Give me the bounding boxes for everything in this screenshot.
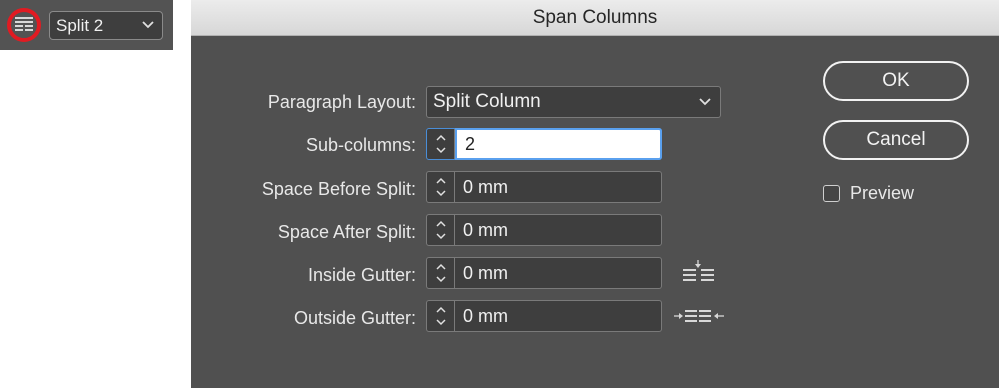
paragraph-layout-value: Split Column: [433, 91, 541, 112]
paragraph-layout-label: Paragraph Layout:: [267, 92, 416, 112]
outside-gutter-field[interactable]: 0 mm: [455, 301, 661, 331]
stepper-arrows[interactable]: [427, 215, 455, 245]
sub-columns-label: Sub-columns:: [305, 135, 416, 155]
space-after-split-stepper[interactable]: 0 mm: [426, 214, 662, 246]
stepper-arrows[interactable]: [427, 129, 455, 159]
stepper-arrows[interactable]: [427, 172, 455, 202]
preview-label: Preview: [850, 183, 915, 203]
stepper-up-down-icon: [435, 220, 446, 240]
span-columns-icon: [15, 17, 33, 31]
control-panel-snippet: Split 2: [0, 0, 173, 50]
space-after-split-label: Space After Split:: [277, 222, 416, 242]
stepper-up-down-icon: [435, 177, 446, 197]
chevron-down-icon: [699, 98, 711, 106]
outside-gutter-icon: [674, 310, 724, 322]
preview-option[interactable]: Preview: [823, 183, 914, 204]
stepper-up-down-icon: [435, 134, 446, 154]
cancel-button[interactable]: Cancel: [823, 120, 969, 160]
inside-gutter-icon: [683, 260, 714, 281]
span-columns-button[interactable]: [7, 8, 41, 42]
chevron-down-icon: [142, 21, 154, 29]
span-columns-dialog: Span Columns Paragraph Layout: Split Col…: [191, 0, 999, 388]
stepper-up-down-icon: [435, 306, 446, 326]
stepper-up-down-icon: [435, 263, 446, 283]
space-before-split-field[interactable]: 0 mm: [455, 172, 661, 202]
outside-gutter-label: Outside Gutter:: [293, 308, 416, 328]
span-columns-select[interactable]: Split 2: [49, 11, 163, 40]
outside-gutter-stepper[interactable]: 0 mm: [426, 300, 662, 332]
dialog-titlebar: Span Columns: [191, 0, 999, 36]
space-before-split-label: Space Before Split:: [261, 179, 416, 199]
dialog-title: Span Columns: [532, 6, 658, 28]
inside-gutter-field[interactable]: 0 mm: [455, 258, 661, 288]
sub-columns-stepper[interactable]: 2: [426, 128, 662, 160]
span-columns-select-value: Split 2: [56, 15, 104, 35]
stepper-arrows[interactable]: [427, 301, 455, 331]
ok-button[interactable]: OK: [823, 61, 969, 101]
space-after-split-field[interactable]: 0 mm: [455, 215, 661, 245]
inside-gutter-label: Inside Gutter:: [307, 265, 416, 285]
paragraph-layout-select[interactable]: Split Column: [426, 86, 721, 118]
preview-checkbox[interactable]: [823, 185, 840, 202]
stepper-arrows[interactable]: [427, 258, 455, 288]
space-before-split-stepper[interactable]: 0 mm: [426, 171, 662, 203]
inside-gutter-stepper[interactable]: 0 mm: [426, 257, 662, 289]
sub-columns-field[interactable]: 2: [455, 128, 662, 160]
